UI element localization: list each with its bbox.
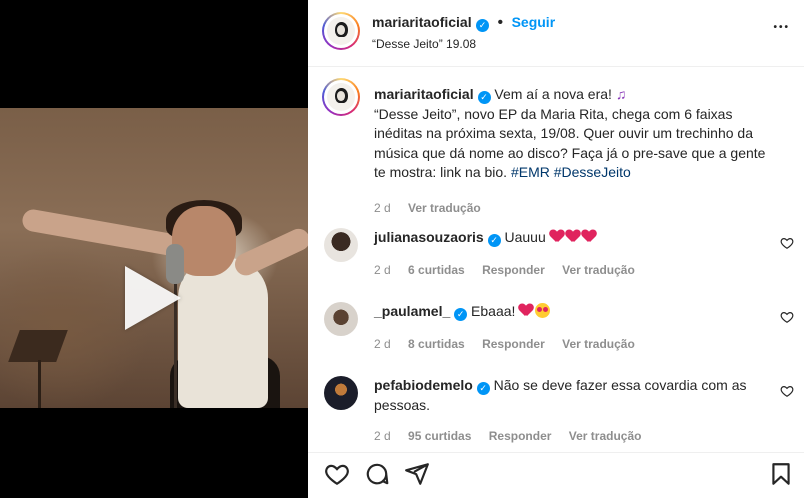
commenter-avatar[interactable] [324, 376, 358, 410]
play-icon[interactable] [125, 266, 181, 330]
comment-item: julianasouzaoris ✓ Uauuu 2 d 6 curtidas … [324, 228, 794, 288]
caption-username[interactable]: mariaritaoficial [374, 86, 474, 102]
video-frame [0, 108, 308, 408]
comment-text: Ebaaa! [471, 303, 516, 319]
music-note-icon: ♫ [615, 86, 627, 102]
save-bookmark-icon[interactable] [768, 461, 794, 487]
share-icon[interactable] [404, 461, 430, 487]
heart-eyes-emoji-icon [535, 303, 551, 318]
post-actions-bar [308, 452, 804, 498]
like-comment-icon[interactable] [780, 384, 794, 398]
commenter-avatar[interactable] [324, 302, 358, 336]
comment-time: 2 d [374, 337, 391, 351]
verified-icon: ✓ [477, 91, 491, 104]
translate-link[interactable]: Ver tradução [562, 337, 635, 351]
like-comment-icon[interactable] [780, 310, 794, 324]
more-options-icon[interactable]: ••• [773, 22, 790, 33]
music-stand-pole [38, 360, 41, 408]
comment-body: _paulamel_ ✓ Ebaaa! [374, 302, 754, 322]
comment-username[interactable]: _paulamel_ [374, 303, 450, 319]
reply-button[interactable]: Responder [489, 429, 552, 443]
comment-username[interactable]: pefabiodemelo [374, 377, 473, 393]
red-heart-icon [519, 304, 533, 317]
follow-button[interactable]: Seguir [512, 14, 556, 30]
comment-icon[interactable] [364, 461, 390, 487]
video-player[interactable] [0, 0, 308, 498]
red-heart-icon [566, 230, 580, 243]
post-panel: mariaritaoficial ✓ • Seguir “Desse Jeito… [308, 0, 804, 498]
verified-icon: ✓ [476, 19, 490, 32]
reply-button[interactable]: Responder [482, 263, 545, 277]
reply-button[interactable]: Responder [482, 337, 545, 351]
verified-icon: ✓ [454, 308, 468, 321]
post-subtitle: “Desse Jeito” 19.08 [372, 37, 477, 51]
author-username[interactable]: mariaritaoficial [372, 14, 472, 30]
commenter-avatar[interactable] [324, 228, 358, 262]
comment-text: Uauuu [504, 229, 546, 245]
like-icon[interactable] [324, 461, 350, 487]
separator-dot: • [497, 14, 504, 31]
singer-right-arm [231, 225, 308, 279]
comment-item: pefabiodemelo ✓ Não se deve fazer essa c… [324, 376, 794, 448]
red-heart-icon [550, 230, 564, 243]
red-heart-icon [582, 230, 596, 243]
caption-line1: Vem aí a nova era! [494, 86, 612, 102]
comment-username[interactable]: julianasouzaoris [374, 229, 484, 245]
comment-likes[interactable]: 8 curtidas [408, 337, 465, 351]
comment-likes[interactable]: 6 curtidas [408, 263, 465, 277]
caption-avatar[interactable] [322, 78, 360, 116]
comment-item: _paulamel_ ✓ Ebaaa! 2 d 8 curtidas Respo… [324, 302, 794, 362]
music-stand [8, 330, 68, 362]
caption-meta: 2 d Ver tradução [374, 199, 774, 219]
post-header: mariaritaoficial ✓ • Seguir “Desse Jeito… [308, 0, 804, 67]
caption-hashtags[interactable]: #EMR #DesseJeito [511, 164, 631, 180]
translate-link[interactable]: Ver tradução [569, 429, 642, 443]
caption-translate-link[interactable]: Ver tradução [408, 201, 481, 215]
verified-icon: ✓ [476, 382, 490, 395]
comment-meta: 2 d 6 curtidas Responder Ver tradução [374, 263, 649, 277]
author-avatar[interactable] [322, 12, 360, 50]
post-caption: mariaritaoficial ✓ Vem aí a nova era! ♫ … [374, 85, 774, 218]
caption-time: 2 d [374, 200, 391, 215]
translate-link[interactable]: Ver tradução [562, 263, 635, 277]
like-comment-icon[interactable] [780, 236, 794, 250]
comment-meta: 2 d 8 curtidas Responder Ver tradução [374, 337, 649, 351]
comment-body: pefabiodemelo ✓ Não se deve fazer essa c… [374, 376, 754, 415]
comment-likes[interactable]: 95 curtidas [408, 429, 471, 443]
comment-meta: 2 d 95 curtidas Responder Ver tradução [374, 429, 655, 443]
singer-body [178, 258, 268, 408]
comment-time: 2 d [374, 429, 391, 443]
comment-body: julianasouzaoris ✓ Uauuu [374, 228, 754, 248]
verified-icon: ✓ [487, 234, 501, 247]
comment-time: 2 d [374, 263, 391, 277]
